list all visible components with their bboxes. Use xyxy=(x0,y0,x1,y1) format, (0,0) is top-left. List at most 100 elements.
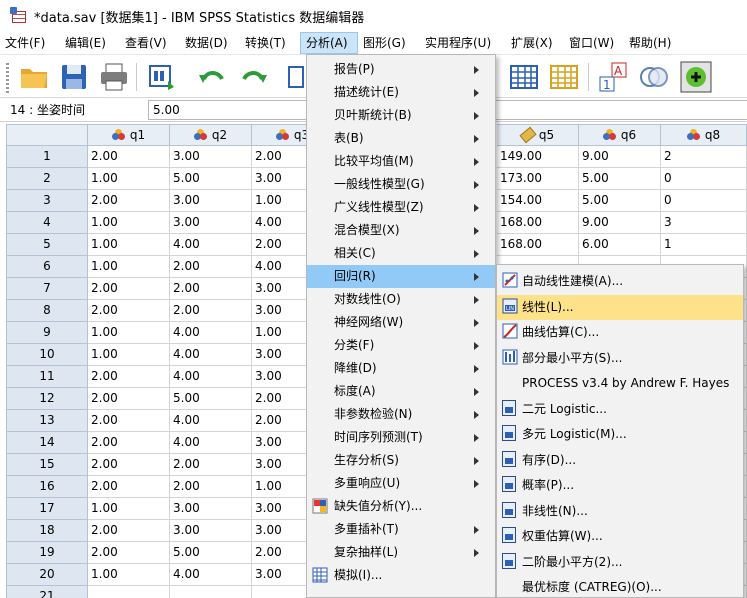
data-cell-q2[interactable]: 3.00 xyxy=(170,498,252,520)
row-header[interactable]: 17 xyxy=(6,498,88,520)
analyze-menu-item[interactable]: 贝叶斯统计(B) xyxy=(307,104,495,127)
analyze-menu-item[interactable]: 神经网络(W) xyxy=(307,311,495,334)
analyze-menu-item[interactable]: 降维(D) xyxy=(307,357,495,380)
regression-menu-item[interactable]: 权重估算(W)... xyxy=(497,524,743,549)
regression-menu-item[interactable]: 最优标度 (CATREG)(O)... xyxy=(497,575,743,598)
data-cell-q1[interactable]: 1.00 xyxy=(88,344,170,366)
analyze-menu-item[interactable]: 对数线性(O) xyxy=(307,288,495,311)
row-header[interactable]: 21 xyxy=(6,586,88,598)
regression-menu-item[interactable]: 多元 Logistic(M)... xyxy=(497,422,743,447)
data-cell-q2[interactable]: 4.00 xyxy=(170,344,252,366)
data-cell-q2[interactable]: 2.00 xyxy=(170,278,252,300)
data-cell-q2[interactable]: 4.00 xyxy=(170,564,252,586)
data-cell-q5[interactable]: 149.00 xyxy=(497,146,579,168)
data-cell-q1[interactable]: 1.00 xyxy=(88,212,170,234)
data-cell-q1[interactable]: 1.00 xyxy=(88,564,170,586)
row-header[interactable]: 14 xyxy=(6,432,88,454)
data-cell-q5[interactable]: 154.00 xyxy=(497,190,579,212)
regression-menu-item[interactable]: PROCESS v3.4 by Andrew F. Hayes xyxy=(497,371,743,396)
data-cell-q8[interactable]: 3 xyxy=(661,212,747,234)
analyze-menu-item[interactable]: 描述统计(E) xyxy=(307,81,495,104)
data-cell-q1[interactable]: 2.00 xyxy=(88,454,170,476)
data-cell-q1[interactable]: 2.00 xyxy=(88,388,170,410)
menu-extensions[interactable]: 扩展(X) xyxy=(506,32,564,54)
value-labels-icon[interactable]: A1 xyxy=(598,61,630,93)
menu-edit[interactable]: 编辑(E) xyxy=(60,32,120,54)
dialog-recall-icon[interactable] xyxy=(146,61,178,93)
data-cell-q2[interactable]: 5.00 xyxy=(170,542,252,564)
data-cell-q1[interactable]: 2.00 xyxy=(88,520,170,542)
data-cell-q1[interactable]: 2.00 xyxy=(88,146,170,168)
grid-corner[interactable] xyxy=(6,124,88,146)
row-header[interactable]: 7 xyxy=(6,278,88,300)
data-cell-q1[interactable]: 1.00 xyxy=(88,322,170,344)
menu-help[interactable]: 帮助(H) xyxy=(624,32,684,54)
row-header[interactable]: 8 xyxy=(6,300,88,322)
undo-icon[interactable] xyxy=(196,61,228,93)
data-cell-q2[interactable]: 2.00 xyxy=(170,454,252,476)
regression-menu-item[interactable]: 概率(P)... xyxy=(497,473,743,498)
analyze-menu-item[interactable]: 时间序列预测(T) xyxy=(307,426,495,449)
data-cell-q1[interactable]: 1.00 xyxy=(88,234,170,256)
data-cell-q6[interactable]: 9.00 xyxy=(579,212,661,234)
analyze-menu-item[interactable]: 报告(P) xyxy=(307,58,495,81)
row-header[interactable]: 16 xyxy=(6,476,88,498)
column-header-q2[interactable]: q2 xyxy=(170,124,252,146)
column-header-q1[interactable]: q1 xyxy=(88,124,170,146)
data-cell-q1[interactable]: 2.00 xyxy=(88,432,170,454)
row-header[interactable]: 12 xyxy=(6,388,88,410)
column-header-q5[interactable]: q5 xyxy=(497,124,579,146)
data-cell-q5[interactable]: 173.00 xyxy=(497,168,579,190)
regression-menu-item[interactable]: 曲线估算(C)... xyxy=(497,320,743,345)
data-cell-q1[interactable]: 2.00 xyxy=(88,278,170,300)
data-cell-q2[interactable]: 3.00 xyxy=(170,212,252,234)
menu-analyze[interactable]: 分析(A) xyxy=(300,32,358,54)
data-cell-q2[interactable]: 4.00 xyxy=(170,366,252,388)
row-header[interactable]: 5 xyxy=(6,234,88,256)
data-cell-q8[interactable]: 0 xyxy=(661,168,747,190)
row-header[interactable]: 19 xyxy=(6,542,88,564)
row-header[interactable]: 18 xyxy=(6,520,88,542)
regression-menu-item[interactable]: 二元 Logistic... xyxy=(497,397,743,422)
analyze-menu-item[interactable]: 一般线性模型(G) xyxy=(307,173,495,196)
data-cell-q2[interactable]: 4.00 xyxy=(170,322,252,344)
toolbar-grip[interactable] xyxy=(6,61,9,93)
analyze-menu-item[interactable]: 模拟(I)... xyxy=(307,564,495,587)
data-cell-q2[interactable]: 2.00 xyxy=(170,300,252,322)
data-cell-q6[interactable]: 5.00 xyxy=(579,190,661,212)
regression-menu-item[interactable]: 二阶最小平方(2)... xyxy=(497,550,743,575)
data-cell-q1[interactable]: 2.00 xyxy=(88,300,170,322)
menu-graphs[interactable]: 图形(G) xyxy=(358,32,420,54)
analyze-menu-item[interactable]: 广义线性模型(Z) xyxy=(307,196,495,219)
regression-menu-item[interactable]: 部分最小平方(S)... xyxy=(497,346,743,371)
data-cell-q1[interactable]: 1.00 xyxy=(88,498,170,520)
data-cell-q8[interactable]: 2 xyxy=(661,146,747,168)
row-header[interactable]: 2 xyxy=(6,168,88,190)
goto-case-icon[interactable] xyxy=(285,61,305,93)
analyze-menu-item[interactable]: 比较平均值(M) xyxy=(307,150,495,173)
data-cell-q1[interactable]: 2.00 xyxy=(88,190,170,212)
data-cell-q2[interactable]: 4.00 xyxy=(170,410,252,432)
data-cell-q2[interactable]: 3.00 xyxy=(170,520,252,542)
data-cell-q2[interactable]: 3.00 xyxy=(170,190,252,212)
open-folder-icon[interactable] xyxy=(18,61,50,93)
analyze-menu-item[interactable]: 表(B) xyxy=(307,127,495,150)
save-icon[interactable] xyxy=(58,61,90,93)
data-cell-q1[interactable]: 2.00 xyxy=(88,366,170,388)
data-cell-q5[interactable]: 168.00 xyxy=(497,234,579,256)
data-cell-q1[interactable]: 2.00 xyxy=(88,542,170,564)
row-header[interactable]: 10 xyxy=(6,344,88,366)
analyze-menu-item[interactable]: 复杂抽样(L) xyxy=(307,541,495,564)
row-header[interactable]: 15 xyxy=(6,454,88,476)
weight-cases-icon[interactable] xyxy=(548,61,580,93)
regression-menu-item[interactable]: LIN 线性(L)... xyxy=(497,294,743,320)
column-header-q8[interactable]: q8 xyxy=(661,124,747,146)
data-cell-q2[interactable]: 4.00 xyxy=(170,234,252,256)
analyze-menu-item[interactable]: 相关(C) xyxy=(307,242,495,265)
data-cell-q1[interactable]: 2.00 xyxy=(88,476,170,498)
menu-file[interactable]: 文件(F) xyxy=(0,32,60,54)
print-icon[interactable] xyxy=(98,61,130,93)
row-header[interactable]: 4 xyxy=(6,212,88,234)
menu-window[interactable]: 窗口(W) xyxy=(564,32,624,54)
data-cell-q1[interactable]: 2.00 xyxy=(88,410,170,432)
